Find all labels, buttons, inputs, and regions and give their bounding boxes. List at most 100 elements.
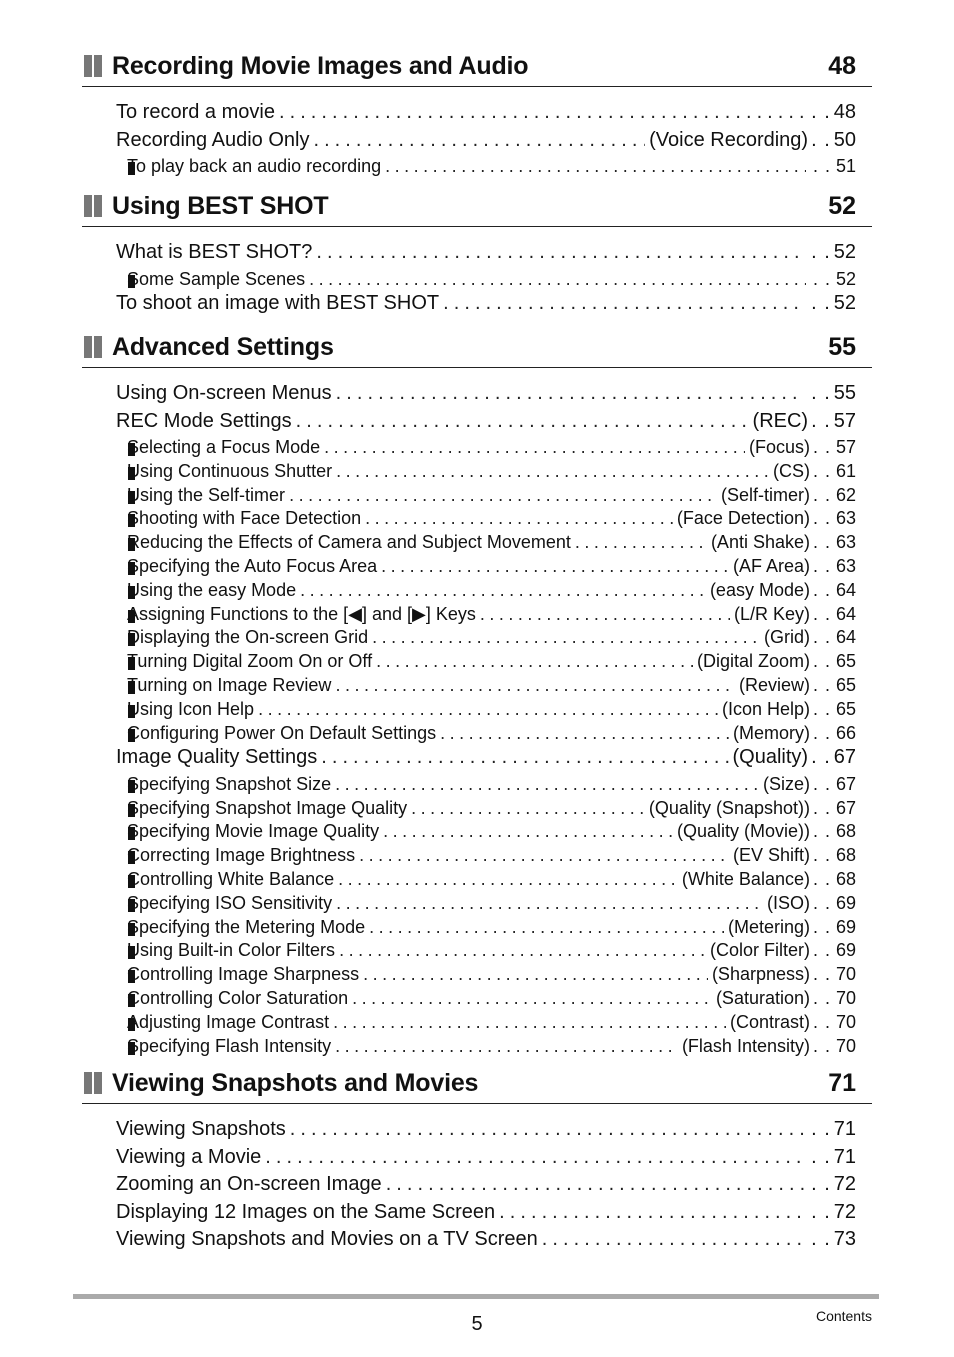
toc-subentry[interactable]: Assigning Functions to the [◀] and [▶] K… [82, 604, 872, 628]
entry-page-number: 61 [835, 460, 856, 481]
toc-entry[interactable]: To shoot an image with BEST SHOT . .52 [82, 292, 872, 320]
entry-tag: (Anti Shake) [710, 532, 810, 553]
section-heading[interactable]: Recording Movie Images and Audio 48 [82, 50, 872, 87]
bullet-icon [128, 1041, 135, 1055]
bullet-icon [128, 1017, 135, 1031]
toc-subentry[interactable]: Configuring Power On Default Settings (Me… [82, 723, 872, 747]
dot-leader-short: . . [811, 1228, 831, 1250]
entry-label: Controlling Image Sharpness [127, 964, 360, 985]
entry-tag: (L/R Key) [733, 603, 810, 624]
toc-subentry[interactable]: Using Built-in Color Filters (Color Filte… [82, 940, 872, 964]
entry-label: Adjusting Image Contrast [127, 1011, 330, 1032]
toc-entry[interactable]: To record a movie . .48 [82, 101, 872, 129]
entry-tag: (Face Detection) [676, 508, 810, 529]
entry-page-number: 63 [835, 508, 856, 529]
toc-subentry[interactable]: Specifying Flash Intensity (Flash Intensi… [82, 1036, 872, 1060]
toc-subentry[interactable]: Using the easy Mode (easy Mode). .64 [82, 580, 872, 604]
bullet-icon [128, 922, 135, 936]
entry-page-number: 62 [835, 484, 856, 505]
dot-leader [309, 269, 806, 290]
dot-leader [336, 461, 769, 482]
toc-subentry[interactable]: To play back an audio recording . .51 [82, 156, 872, 180]
entry-label: To record a movie [116, 101, 275, 123]
toc-subentry[interactable]: Reducing the Effects of Camera and Subje… [82, 532, 872, 556]
entry-label: Using Icon Help [127, 698, 255, 719]
entry-label: Using the easy Mode [127, 579, 297, 600]
entry-label: Using the Self-timer [127, 484, 286, 505]
dot-leader-short: . . [812, 892, 831, 913]
toc-entry[interactable]: Viewing Snapshots and Movies on a TV Scr… [82, 1228, 872, 1256]
dot-leader-short: . . [812, 508, 831, 529]
dot-leader-short: . . [811, 1200, 831, 1223]
dot-leader [324, 437, 745, 458]
section-heading[interactable]: Viewing Snapshots and Movies 71 [82, 1067, 872, 1104]
toc-entry[interactable]: Viewing a Movie . .71 [82, 1146, 872, 1174]
dot-leader [385, 156, 806, 177]
dot-leader [411, 798, 645, 819]
entry-label: Displaying the On-screen Grid [127, 627, 369, 648]
section-heading[interactable]: Advanced Settings 55 [82, 331, 872, 368]
toc-entry[interactable]: Recording Audio Only (Voice Recording). .… [82, 129, 872, 157]
toc-subentry[interactable]: Specifying Snapshot Image Quality (Qualit… [82, 798, 872, 822]
entry-page-number: 71 [833, 1145, 856, 1168]
toc-subentry[interactable]: Selecting a Focus Mode (Focus). .57 [82, 437, 872, 461]
dot-leader-short: . . [812, 484, 831, 505]
toc-subentry[interactable]: Turning on Image Review (Review). .65 [82, 675, 872, 699]
entry-page-number: 70 [835, 1035, 856, 1056]
toc-subentry[interactable]: Controlling Image Sharpness (Sharpness). … [82, 964, 872, 988]
entry-label: Viewing Snapshots [116, 1118, 286, 1140]
toc-subentry[interactable]: Correcting Image Brightness (EV Shift). .… [82, 845, 872, 869]
toc-section: Viewing Snapshots and Movies 71 Viewing Sn… [82, 1067, 872, 1256]
entry-tag: (Quality) [732, 746, 809, 769]
entry-page-number: 48 [833, 101, 856, 123]
dot-leader [335, 774, 759, 795]
entry-page-number: 66 [835, 722, 856, 743]
toc-entry[interactable]: Using On-screen Menus . .55 [82, 382, 872, 410]
toc-entry[interactable]: Displaying 12 Images on the Same Screen.… [82, 1201, 872, 1229]
entry-label: Displaying 12 Images on the Same Screen [116, 1200, 496, 1223]
toc-entry[interactable]: Zooming an On-screen Image . .72 [82, 1173, 872, 1201]
entry-label: Specifying the Auto Focus Area [127, 555, 378, 576]
toc-subentry[interactable]: Using Icon Help (Icon Help). .65 [82, 699, 872, 723]
dot-leader-short: . . [811, 1118, 831, 1140]
entry-page-number: 69 [835, 916, 856, 937]
toc-subentry[interactable]: Specifying ISO Sensitivity (ISO). .69 [82, 893, 872, 917]
toc-subentry[interactable]: Specifying Snapshot Size (Size). .67 [82, 774, 872, 798]
toc-entry[interactable]: REC Mode Settings (REC). .57 [82, 410, 872, 438]
entry-label: Turning on Image Review [127, 674, 332, 695]
toc-subentry[interactable]: Controlling White Balance (White Balance)… [82, 869, 872, 893]
toc-subentry[interactable]: Specifying the Metering Mode (Metering). … [82, 917, 872, 941]
toc-subentry[interactable]: Controlling Color Saturation (Saturation)… [82, 988, 872, 1012]
dot-leader-short: . . [812, 821, 831, 842]
dot-leader-short: . . [812, 579, 831, 600]
toc-subentry[interactable]: Shooting with Face Detection (Face Detect… [82, 508, 872, 532]
dot-leader-short: . . [812, 845, 831, 866]
entry-page-number: 63 [835, 532, 856, 553]
toc-subentry[interactable]: Turning Digital Zoom On or Off (Digital Z… [82, 651, 872, 675]
section-title: Viewing Snapshots and Movies [112, 1069, 479, 1097]
dot-leader [321, 746, 728, 769]
section-marker-icon [82, 55, 102, 77]
dot-leader [258, 699, 718, 720]
entry-tag: (White Balance) [681, 869, 810, 890]
entry-page-number: 72 [833, 1200, 856, 1223]
section-heading[interactable]: Using BEST SHOT 52 [82, 190, 872, 227]
section-marker-icon [82, 336, 102, 358]
toc-subentry[interactable]: Specifying the Auto Focus Area (AF Area).… [82, 556, 872, 580]
entry-page-number: 51 [835, 156, 856, 176]
toc-entry[interactable]: Viewing Snapshots . .71 [82, 1118, 872, 1146]
toc-subentry[interactable]: Some Sample Scenes . .52 [82, 269, 872, 293]
toc-subentry[interactable]: Displaying the On-screen Grid (Grid). .64 [82, 627, 872, 651]
toc-subentry[interactable]: Specifying Movie Image Quality (Quality (… [82, 821, 872, 845]
toc-entry[interactable]: Image Quality Settings (Quality). .67 [82, 746, 872, 774]
dot-leader-short: . . [812, 698, 831, 719]
dot-leader-short: . . [811, 409, 831, 432]
toc-entry[interactable]: What is BEST SHOT? . .52 [82, 241, 872, 269]
toc-subentry[interactable]: Using Continuous Shutter (CS). .61 [82, 461, 872, 485]
toc-subentry[interactable]: Using the Self-timer (Self-timer). .62 [82, 485, 872, 509]
bullet-icon [128, 898, 135, 912]
toc-subentry[interactable]: Adjusting Image Contrast (Contrast). .70 [82, 1012, 872, 1036]
dot-leader-short: . . [812, 773, 831, 794]
dot-leader-short: . . [811, 128, 831, 151]
entry-label: Controlling White Balance [127, 869, 335, 890]
